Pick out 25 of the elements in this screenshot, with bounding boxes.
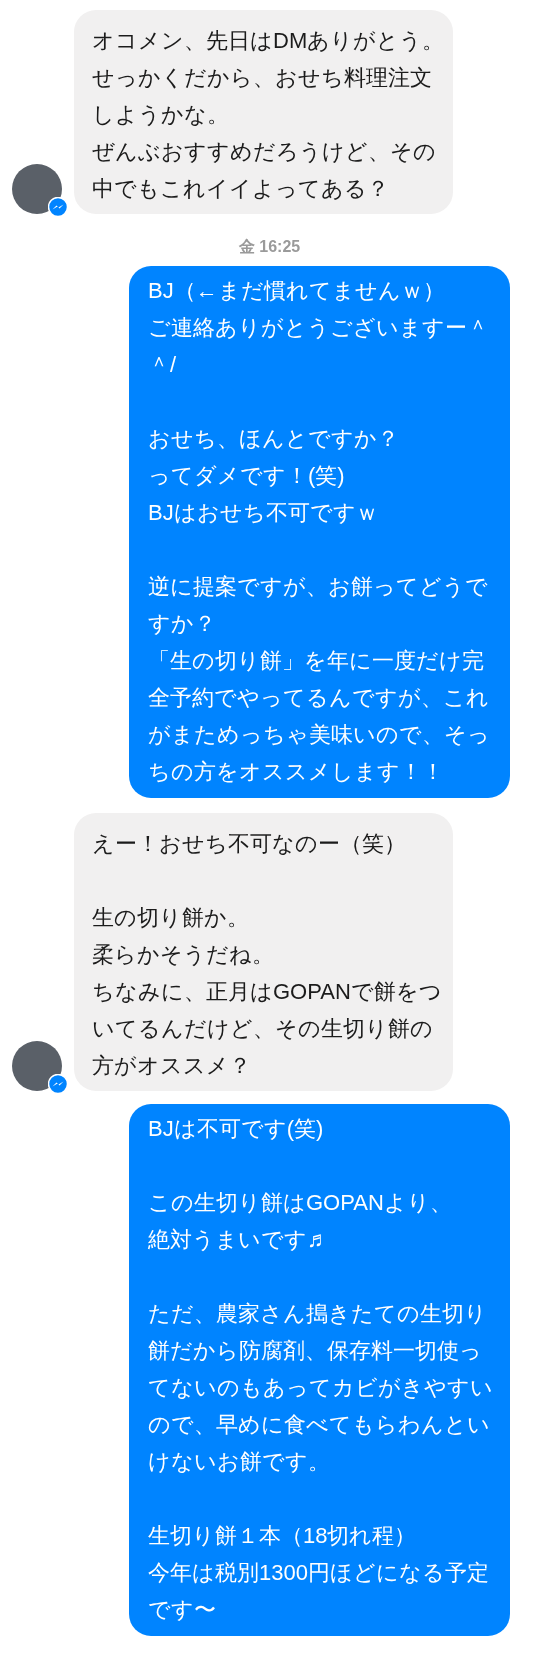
message-text: えー！おせち不可なのー（笑） <box>92 830 407 858</box>
message-text: 絶対うまいです♬ <box>148 1226 330 1254</box>
message-text: 今年は税別1300円ほどになる予定です〜 <box>148 1559 490 1624</box>
message-text: BJはおせち不可ですｗ <box>148 499 379 527</box>
message-text: ちなみに、正月はGOPANで餅をついてるんだけど、その生切り餅の方がオススメ？ <box>92 978 443 1080</box>
message-text: 逆に提案ですが、お餅ってどうですか？ <box>148 573 489 638</box>
messenger-badge-icon <box>48 1074 68 1094</box>
message-text: 生切り餅１本（18切れ程） <box>148 1522 418 1550</box>
message-text: ご連絡ありがとうございますー＾＾/ <box>148 314 490 379</box>
message-text: ってダメです！(笑) <box>148 462 346 490</box>
message-text: 柔らかそうだね。 <box>92 941 275 969</box>
timestamp: 金 16:25 <box>238 237 301 257</box>
avatar[interactable] <box>12 164 62 214</box>
message-text: 「生の切り餅」を年に一度だけ完全予約でやってるんですが、これがまためっちゃ美味いので、そっちの方をオススメします！！ <box>148 647 491 786</box>
messenger-badge-icon <box>48 197 68 217</box>
message-text: この生切り餅はGOPANより、 <box>148 1189 453 1217</box>
message-text: ぜんぶおすすめだろうけど、その中でもこれイイよってある？ <box>92 138 437 203</box>
message-text: おせち、ほんとですか？ <box>148 425 400 453</box>
message-text: BJ（←まだ慣れてませんｗ） <box>148 277 446 305</box>
message-text: せっかくだから、おせち料理注文しようかな。 <box>92 64 433 129</box>
message-text: ただ、農家さん搗きたての生切り餅だから防腐剤、保存料一切使ってないのもあってカビがきやすいので、早めに食べてもらわんといけないお餅です。 <box>148 1300 494 1476</box>
avatar[interactable] <box>12 1041 62 1091</box>
message-text: BJは不可です(笑) <box>148 1115 325 1143</box>
message-text: オコメン、先日はDMありがとう。 <box>92 27 446 55</box>
message-text: 生の切り餅か。 <box>92 904 250 932</box>
